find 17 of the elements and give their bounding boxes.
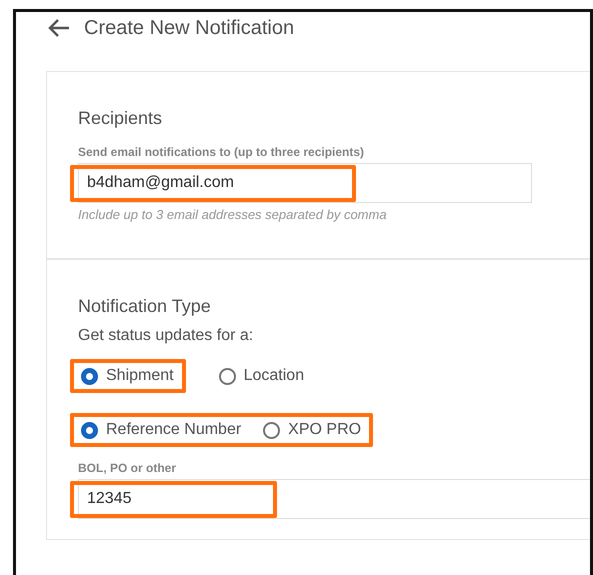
field-hint: Include up to 3 email addresses separated by comma [78, 207, 388, 222]
field-label: BOL, PO or other [78, 461, 178, 475]
section-subtitle: Get status updates for a: [78, 327, 254, 345]
radio-icon[interactable] [218, 368, 236, 384]
reference-field[interactable]: 12345 [78, 479, 590, 519]
radio-option[interactable]: Reference Number [81, 421, 242, 439]
field-label: Send email notifications to (up to three recipients) [78, 145, 366, 159]
radio-icon[interactable] [263, 422, 280, 438]
radio-option[interactable]: Shipment [81, 367, 174, 385]
section-title: Recipients [78, 108, 164, 129]
page-title: Create New Notification [84, 16, 294, 40]
radio-option[interactable]: Location [218, 367, 304, 385]
radio-icon[interactable] [81, 368, 98, 384]
radio-option[interactable]: XPO PRO [263, 421, 362, 439]
section-title: Notification Type [78, 296, 212, 317]
back-icon[interactable] [48, 18, 70, 38]
radio-icon[interactable] [81, 422, 98, 438]
